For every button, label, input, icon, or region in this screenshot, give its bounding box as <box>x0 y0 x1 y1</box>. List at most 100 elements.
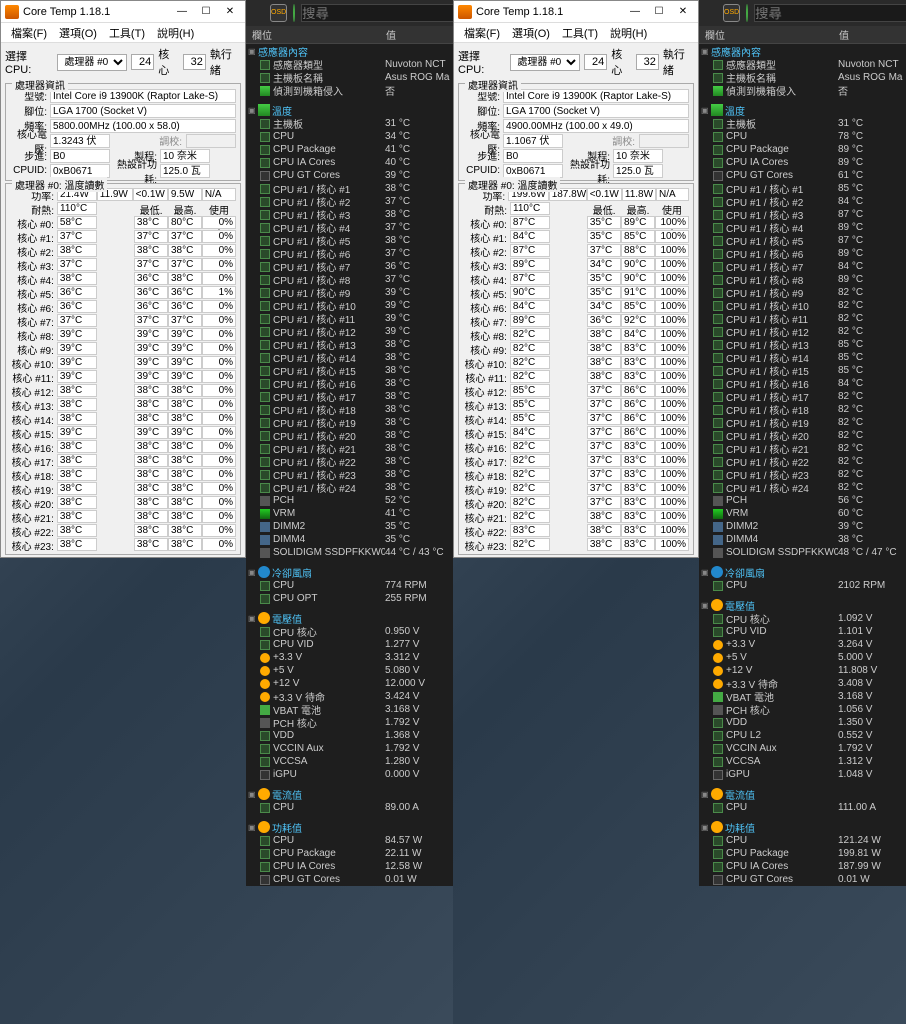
sensor-item[interactable]: CPU IA Cores 12.58 W <box>246 860 453 873</box>
titlebar[interactable]: Core Temp 1.18.1 — ☐ ✕ <box>1 1 245 23</box>
col-value[interactable]: 值 <box>386 27 453 42</box>
sensor-item[interactable]: VRM 41 °C <box>246 507 453 520</box>
sensor-item[interactable]: DIMM4 38 °C <box>699 533 906 546</box>
sensor-item[interactable]: +3.3 V 3.264 V <box>699 638 906 651</box>
volt-section[interactable]: ▣ 電壓值 <box>699 598 906 612</box>
expand-icon[interactable]: ▣ <box>248 568 258 577</box>
temp-section[interactable]: ▣ 溫度 <box>699 103 906 117</box>
menu-item[interactable]: 工具(T) <box>556 23 604 42</box>
sensor-item[interactable]: CPU OPT 255 RPM <box>246 592 453 605</box>
sensor-item[interactable]: 偵測到機箱侵入 否 <box>246 84 453 97</box>
sensor-content[interactable]: ▣ 感應器內容 <box>699 44 906 58</box>
sensor-item[interactable]: CPU Package 41 °C <box>246 143 453 156</box>
close-button[interactable]: ✕ <box>219 3 241 21</box>
sensor-item[interactable]: CPU Package 199.81 W <box>699 847 906 860</box>
sensor-item[interactable]: CPU #1 / 核心 #24 38 °C <box>246 481 453 494</box>
sensor-item[interactable]: CPU 111.00 A <box>699 801 906 814</box>
osd-button[interactable]: OSD <box>723 4 740 22</box>
expand-icon[interactable]: ▣ <box>248 106 258 115</box>
sensor-item[interactable]: CPU 2102 RPM <box>699 579 906 592</box>
sensor-item[interactable]: CPU Package 89 °C <box>699 143 906 156</box>
sensor-item[interactable]: +5 V 5.000 V <box>699 651 906 664</box>
sensor-item[interactable]: VCCSA 1.312 V <box>699 755 906 768</box>
sensor-item[interactable]: VCCIN Aux 1.792 V <box>699 742 906 755</box>
sensor-item[interactable]: CPU #1 / 核心 #24 82 °C <box>699 481 906 494</box>
pow-section[interactable]: ▣ 功耗值 <box>246 820 453 834</box>
menu-item[interactable]: 說明(H) <box>151 23 200 42</box>
sensor-item[interactable]: CPU IA Cores 40 °C <box>246 156 453 169</box>
sensor-item[interactable]: CPU 34 °C <box>246 130 453 143</box>
sensor-item[interactable]: PCH 56 °C <box>699 494 906 507</box>
sensor-item[interactable]: DIMM4 35 °C <box>246 533 453 546</box>
col-field[interactable]: 欄位 <box>699 27 839 42</box>
sensor-item[interactable]: CPU L2 0.552 V <box>699 729 906 742</box>
expand-icon[interactable]: ▣ <box>701 823 711 832</box>
menu-item[interactable]: 選項(O) <box>53 23 103 42</box>
sensor-item[interactable]: +5 V 5.080 V <box>246 664 453 677</box>
sensor-item[interactable]: SOLIDIGM SSDPFKKW020X7 44 °C / 43 °C <box>246 546 453 559</box>
sensor-item[interactable]: iGPU 1.048 V <box>699 768 906 781</box>
sensor-item[interactable]: 偵測到機箱侵入 否 <box>699 84 906 97</box>
sensor-item[interactable]: VCCIN Aux 1.792 V <box>246 742 453 755</box>
sensor-item[interactable]: VCCSA 1.280 V <box>246 755 453 768</box>
menu-item[interactable]: 說明(H) <box>604 23 653 42</box>
col-field[interactable]: 欄位 <box>246 27 386 42</box>
sensor-item[interactable]: CPU IA Cores 89 °C <box>699 156 906 169</box>
refresh-icon[interactable] <box>746 4 748 22</box>
sensor-item[interactable]: PCH 核心 1.056 V <box>699 703 906 716</box>
pow-section[interactable]: ▣ 功耗值 <box>699 820 906 834</box>
expand-icon[interactable]: ▣ <box>701 568 711 577</box>
sensor-item[interactable]: CPU GT Cores 0.01 W <box>246 873 453 886</box>
sensor-item[interactable]: CPU 89.00 A <box>246 801 453 814</box>
sensor-item[interactable]: CPU 121.24 W <box>699 834 906 847</box>
expand-icon[interactable]: ▣ <box>248 614 258 623</box>
sensor-content[interactable]: ▣ 感應器內容 <box>246 44 453 58</box>
expand-icon[interactable]: ▣ <box>701 47 711 56</box>
expand-icon[interactable]: ▣ <box>248 823 258 832</box>
search-input[interactable] <box>754 4 906 22</box>
menu-item[interactable]: 檔案(F) <box>458 23 506 42</box>
expand-icon[interactable]: ▣ <box>701 790 711 799</box>
sensor-item[interactable]: 主機板 31 °C <box>246 117 453 130</box>
menu-item[interactable]: 檔案(F) <box>5 23 53 42</box>
expand-icon[interactable]: ▣ <box>248 790 258 799</box>
sensor-item[interactable]: DIMM2 35 °C <box>246 520 453 533</box>
cpu-select[interactable]: 處理器 #0 <box>510 54 580 71</box>
maximize-button[interactable]: ☐ <box>648 3 670 21</box>
curr-section[interactable]: ▣ 電流值 <box>699 787 906 801</box>
minimize-button[interactable]: — <box>624 3 646 21</box>
sensor-item[interactable]: PCH 核心 1.792 V <box>246 716 453 729</box>
sensor-item[interactable]: VDD 1.368 V <box>246 729 453 742</box>
col-value[interactable]: 值 <box>839 27 906 42</box>
sensor-item[interactable]: +3.3 V 3.312 V <box>246 651 453 664</box>
sensor-item[interactable]: CPU 78 °C <box>699 130 906 143</box>
refresh-icon[interactable] <box>293 4 295 22</box>
sensor-item[interactable]: CPU VID 1.101 V <box>699 625 906 638</box>
sensor-item[interactable]: CPU 核心 1.092 V <box>699 612 906 625</box>
sensor-item[interactable]: CPU GT Cores 0.01 W <box>699 873 906 886</box>
minimize-button[interactable]: — <box>171 3 193 21</box>
sensor-item[interactable]: CPU 84.57 W <box>246 834 453 847</box>
sensor-item[interactable]: CPU 核心 0.950 V <box>246 625 453 638</box>
cpu-select[interactable]: 處理器 #0 <box>57 54 127 71</box>
expand-icon[interactable]: ▣ <box>701 601 711 610</box>
fan-section[interactable]: ▣ 冷卻風扇 <box>246 565 453 579</box>
close-button[interactable]: ✕ <box>672 3 694 21</box>
volt-section[interactable]: ▣ 電壓值 <box>246 611 453 625</box>
temp-section[interactable]: ▣ 溫度 <box>246 103 453 117</box>
sensor-item[interactable]: SOLIDIGM SSDPFKKW020X7 48 °C / 47 °C <box>699 546 906 559</box>
osd-button[interactable]: OSD <box>270 4 287 22</box>
sensor-item[interactable]: VRM 60 °C <box>699 507 906 520</box>
sensor-item[interactable]: VDD 1.350 V <box>699 716 906 729</box>
maximize-button[interactable]: ☐ <box>195 3 217 21</box>
sensor-item[interactable]: CPU IA Cores 187.99 W <box>699 860 906 873</box>
sensor-item[interactable]: PCH 52 °C <box>246 494 453 507</box>
sensor-item[interactable]: iGPU 0.000 V <box>246 768 453 781</box>
menu-item[interactable]: 選項(O) <box>506 23 556 42</box>
expand-icon[interactable]: ▣ <box>701 106 711 115</box>
sensor-item[interactable]: CPU Package 22.11 W <box>246 847 453 860</box>
sensor-item[interactable]: CPU 774 RPM <box>246 579 453 592</box>
curr-section[interactable]: ▣ 電流值 <box>246 787 453 801</box>
sensor-item[interactable]: 主機板 31 °C <box>699 117 906 130</box>
menu-item[interactable]: 工具(T) <box>103 23 151 42</box>
